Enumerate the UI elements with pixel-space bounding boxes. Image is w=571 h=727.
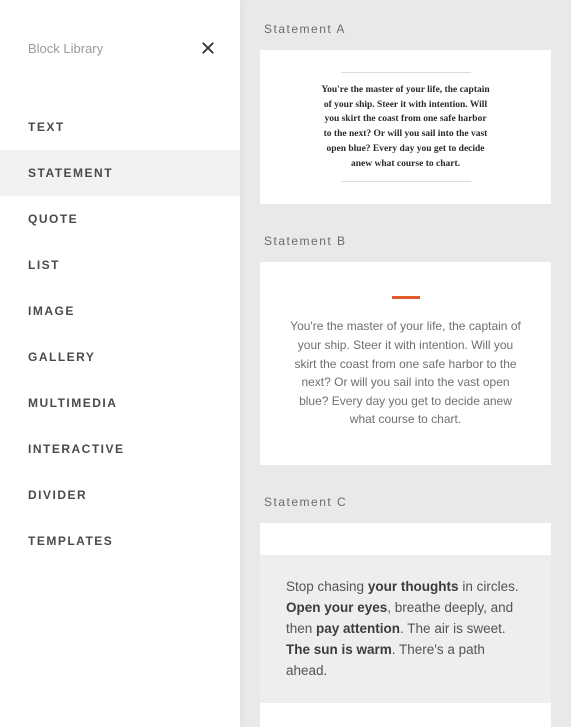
block-section-b: Statement B You're the master of your li…	[240, 228, 571, 489]
bold-run: Open your eyes	[286, 600, 387, 615]
sidebar: Block Library TEXT STATEMENT QUOTE LIST …	[0, 0, 240, 727]
nav-item-statement[interactable]: STATEMENT	[0, 150, 240, 196]
nav-item-quote[interactable]: QUOTE	[0, 196, 240, 242]
nav-item-divider[interactable]: DIVIDER	[0, 472, 240, 518]
bold-run: The sun is warm	[286, 642, 392, 657]
preview-a-inner: You're the master of your life, the capt…	[321, 72, 491, 182]
sidebar-nav: TEXT STATEMENT QUOTE LIST IMAGE GALLERY …	[0, 84, 240, 564]
nav-item-text[interactable]: TEXT	[0, 104, 240, 150]
block-label: Statement A	[260, 16, 551, 50]
preview-c-spacer-top	[260, 523, 551, 555]
statement-a-text: You're the master of your life, the capt…	[321, 73, 491, 181]
preview-pane[interactable]: Statement A You're the master of your li…	[240, 0, 571, 727]
preview-statement-c[interactable]: Stop chasing your thoughts in circles. O…	[260, 523, 551, 727]
nav-item-multimedia[interactable]: MULTIMEDIA	[0, 380, 240, 426]
close-icon	[200, 40, 216, 56]
nav-item-image[interactable]: IMAGE	[0, 288, 240, 334]
block-label: Statement B	[260, 228, 551, 262]
nav-item-list[interactable]: LIST	[0, 242, 240, 288]
statement-b-text: You're the master of your life, the capt…	[288, 317, 523, 429]
preview-statement-a[interactable]: You're the master of your life, the capt…	[260, 50, 551, 204]
text-run: . The air is sweet.	[400, 621, 506, 636]
nav-item-gallery[interactable]: GALLERY	[0, 334, 240, 380]
divider-bottom	[341, 181, 471, 182]
text-run: Stop chasing	[286, 579, 368, 594]
bold-run: your thoughts	[368, 579, 459, 594]
preview-statement-b[interactable]: You're the master of your life, the capt…	[260, 262, 551, 465]
preview-c-spacer-bottom	[260, 703, 551, 727]
nav-item-templates[interactable]: TEMPLATES	[0, 518, 240, 564]
accent-bar	[392, 296, 420, 299]
statement-c-text: Stop chasing your thoughts in circles. O…	[260, 555, 551, 704]
block-section-a: Statement A You're the master of your li…	[240, 16, 571, 228]
sidebar-header: Block Library	[0, 0, 240, 84]
text-run: in circles.	[459, 579, 519, 594]
block-label: Statement C	[260, 489, 551, 523]
bold-run: pay attention	[316, 621, 400, 636]
nav-item-interactive[interactable]: INTERACTIVE	[0, 426, 240, 472]
close-button[interactable]	[200, 40, 216, 56]
sidebar-title: Block Library	[28, 41, 103, 56]
block-section-c: Statement C Stop chasing your thoughts i…	[240, 489, 571, 727]
